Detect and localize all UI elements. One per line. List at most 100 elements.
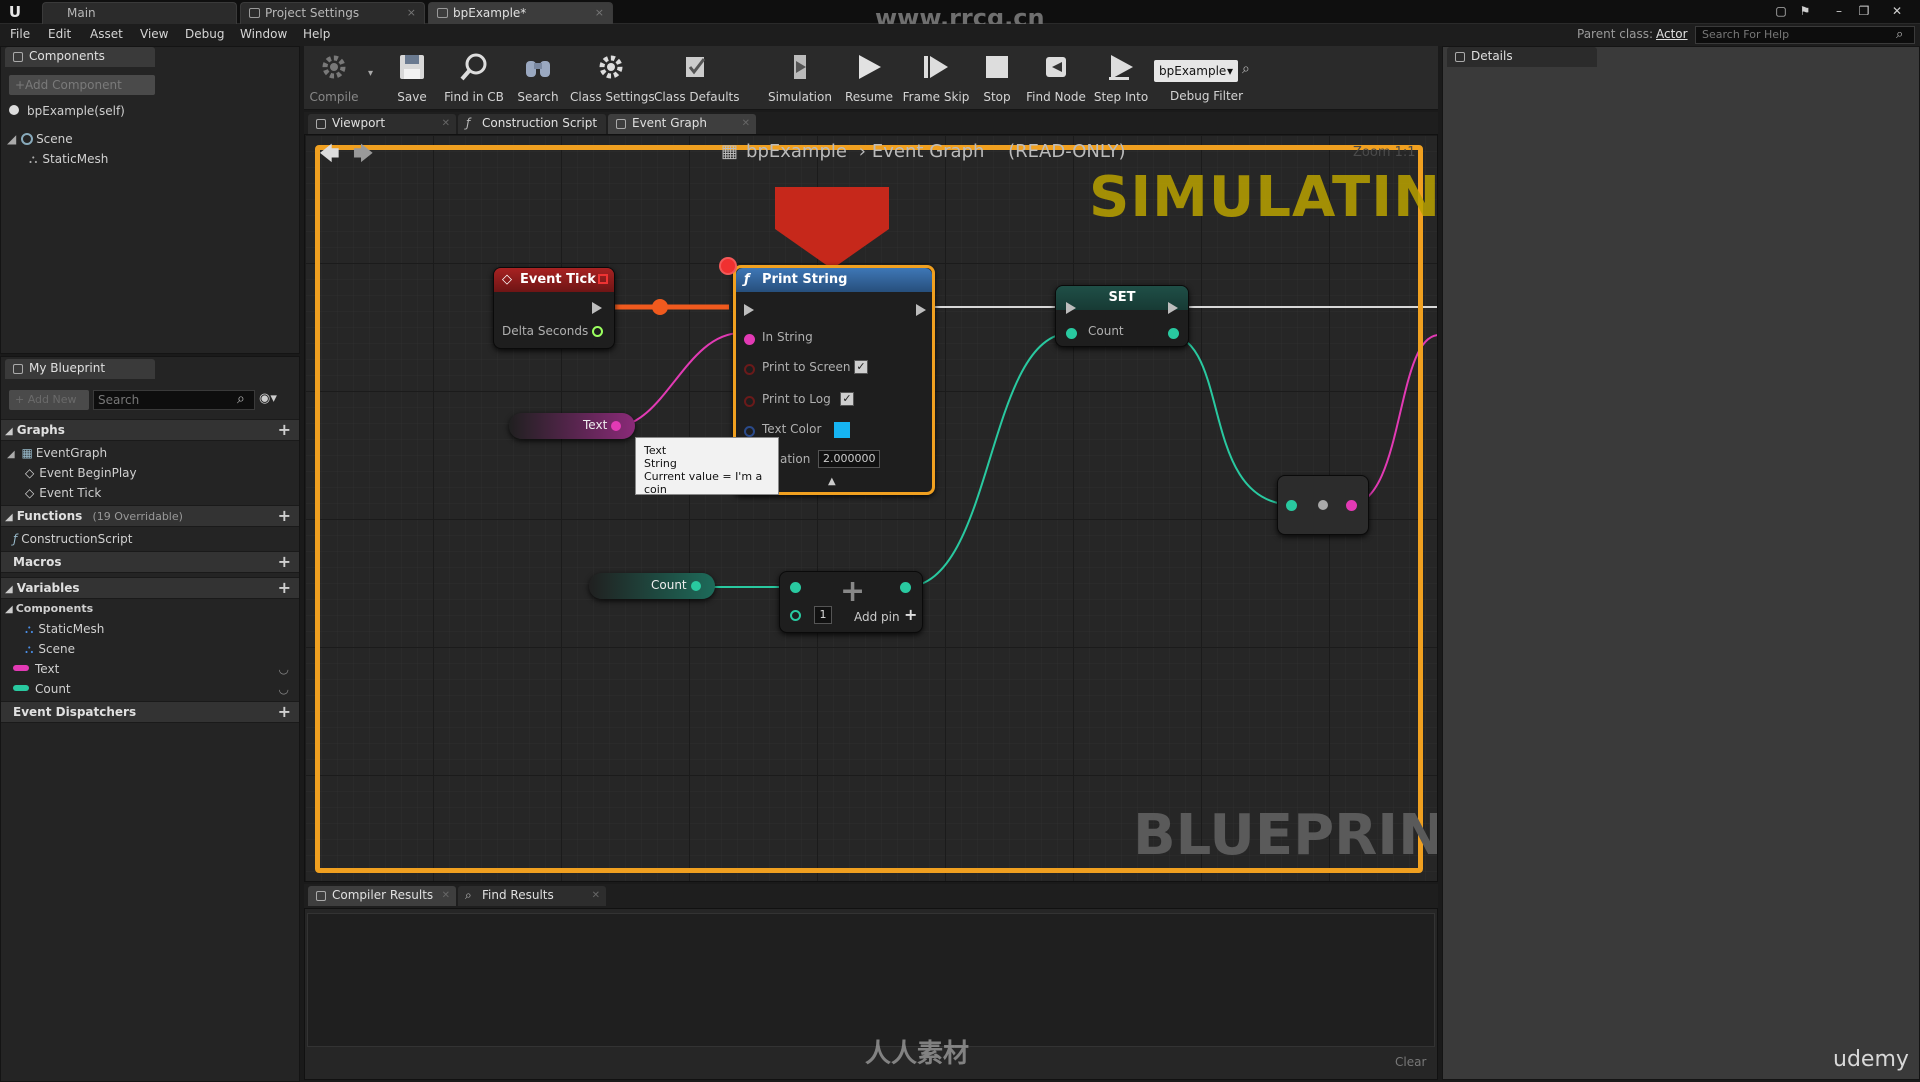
step-into-button[interactable]: Step Into [1090,46,1152,110]
close-tab-icon[interactable]: ✕ [742,114,750,133]
close-window-icon[interactable]: ✕ [1888,3,1906,19]
graphs-category[interactable]: ◢ Graphs + [1,419,299,441]
delta-seconds-pin[interactable] [592,326,603,337]
menu-edit[interactable]: Edit [48,27,71,41]
expand-arrow-icon[interactable]: ◢ [7,449,15,460]
collapse-arrow-icon[interactable]: ◢ [5,584,13,595]
print-to-log-checkbox[interactable]: ✓ [840,392,854,406]
exec-in-pin[interactable] [1066,302,1076,314]
frame-skip-button[interactable]: Frame Skip [902,46,970,110]
collapse-arrow-icon[interactable]: ◢ [5,512,13,523]
exec-out-pin[interactable] [916,304,926,316]
menu-asset[interactable]: Asset [90,27,123,41]
find-in-cb-button[interactable]: Find in CB [442,46,506,110]
add-pin-label[interactable]: Add pin [854,610,900,624]
menu-help[interactable]: Help [303,27,330,41]
count-out-pin[interactable] [691,581,701,591]
clear-button[interactable]: Clear [1395,1055,1426,1069]
text-color-pin[interactable] [744,426,755,437]
macros-category[interactable]: Macros + [1,551,299,573]
graph-item-event-tick[interactable]: ◇ Event Tick [25,483,101,503]
class-defaults-button[interactable]: Class Defaults [654,46,739,110]
tree-item-staticmesh[interactable]: ⛬ StaticMesh [29,149,108,169]
event-dispatchers-category[interactable]: Event Dispatchers + [1,701,299,723]
eye-visibility-icon[interactable]: ◡ [279,659,289,679]
stop-button[interactable]: Stop [972,46,1022,110]
add-output-pin[interactable] [900,582,911,593]
add-input-a-pin[interactable] [790,582,801,593]
search-icon[interactable]: ⌕ [1896,27,1903,42]
event-graph-canvas[interactable]: 🡄 🡆 ▦ bpExample › Event Graph (READ-ONLY) … [304,134,1438,882]
minimize-icon[interactable]: – [1830,3,1848,19]
save-button[interactable]: Save [384,46,440,110]
back-arrow-icon[interactable]: 🡄 [319,139,340,173]
add-new-button[interactable]: + Add New [9,390,89,410]
breadcrumb-root[interactable]: bpExample [746,141,847,162]
conversion-node[interactable] [1277,475,1369,535]
expand-arrow-icon[interactable]: ◢ [7,132,16,146]
close-tab-icon[interactable]: ✕ [442,886,450,905]
variable-item-text[interactable]: Text ◡ [13,659,293,679]
graph-item-event-beginplay[interactable]: ◇ Event BeginPlay [25,463,137,483]
close-tab-icon[interactable]: ✕ [442,114,450,133]
add-variable-plus-icon[interactable]: + [278,578,291,598]
breakpoint-icon[interactable] [719,257,737,275]
simulation-button[interactable]: Simulation [764,46,836,110]
compile-options-dropdown-icon[interactable]: ▾ [368,68,373,79]
function-item-constructionscript[interactable]: ƒ ConstructionScript [13,529,132,549]
menu-view[interactable]: View [140,27,168,41]
tab-viewport[interactable]: Viewport ✕ [308,114,456,134]
tab-construction-script[interactable]: ƒ Construction Script [458,114,606,134]
exec-in-pin[interactable] [744,304,754,316]
collapse-arrow-icon[interactable]: ◢ [5,426,13,437]
print-to-screen-pin[interactable] [744,364,755,375]
restore-icon[interactable]: ❐ [1855,3,1873,19]
text-variable-node[interactable]: Text [509,413,635,439]
tab-event-graph[interactable]: Event Graph ✕ [608,114,756,134]
variable-item-scene[interactable]: ⛬ Scene [25,639,75,659]
add-component-button[interactable]: +Add Component [9,75,155,95]
my-blueprint-search-input[interactable]: Search [93,390,255,410]
notification-icon[interactable]: ▢ [1772,3,1790,19]
unreal-logo-icon[interactable]: U [4,2,26,22]
close-tab-icon[interactable]: ✕ [592,886,600,905]
add-dispatcher-plus-icon[interactable]: + [278,702,291,722]
text-out-pin[interactable] [611,421,621,431]
add-input-b-pin[interactable] [790,610,801,621]
count-variable-node[interactable]: Count [589,573,715,599]
search-icon[interactable]: ⌕ [237,391,245,407]
count-out-pin[interactable] [1168,328,1179,339]
parent-class-link[interactable]: Actor [1656,27,1688,41]
compile-button[interactable]: Compile [306,46,362,110]
close-tab-icon[interactable]: × [595,3,604,23]
components-tab[interactable]: Components [5,47,155,67]
exec-out-pin[interactable] [1168,302,1178,314]
variable-item-count[interactable]: Count ◡ [13,679,293,699]
menu-file[interactable]: File [10,27,30,41]
menu-debug[interactable]: Debug [185,27,224,41]
add-graph-plus-icon[interactable]: + [278,420,291,440]
variables-components-subcategory[interactable]: ◢ Components [5,599,93,619]
event-tick-node[interactable]: ◇ Event Tick Delta Seconds [493,267,615,349]
tab-main[interactable]: Main [42,2,237,24]
collapse-arrow-icon[interactable]: ◢ [5,604,13,615]
compiler-log-area[interactable] [307,913,1435,1047]
forward-arrow-icon[interactable]: 🡆 [353,139,374,173]
eye-visibility-icon[interactable]: ◡ [279,679,289,699]
tab-project-settings[interactable]: Project Settings × [240,2,425,24]
tab-compiler-results[interactable]: Compiler Results ✕ [308,886,456,906]
close-tab-icon[interactable]: × [407,3,416,23]
set-count-node[interactable]: SET Count [1055,285,1189,347]
find-node-button[interactable]: Find Node [1024,46,1088,110]
my-blueprint-tab[interactable]: My Blueprint [5,359,155,379]
add-int-node[interactable]: + 1 Add pin + [779,571,923,633]
add-macro-plus-icon[interactable]: + [278,552,291,572]
help-search-input[interactable]: Search For Help [1695,26,1915,44]
print-to-screen-checkbox[interactable]: ✓ [854,360,868,374]
count-in-pin[interactable] [1066,328,1077,339]
tab-bpexample[interactable]: bpExample* × [428,2,613,24]
text-color-swatch[interactable] [834,422,850,438]
exec-out-pin[interactable] [592,302,602,314]
add-input-b-value[interactable]: 1 [814,606,832,624]
variable-item-staticmesh[interactable]: ⛬ StaticMesh [25,619,104,639]
